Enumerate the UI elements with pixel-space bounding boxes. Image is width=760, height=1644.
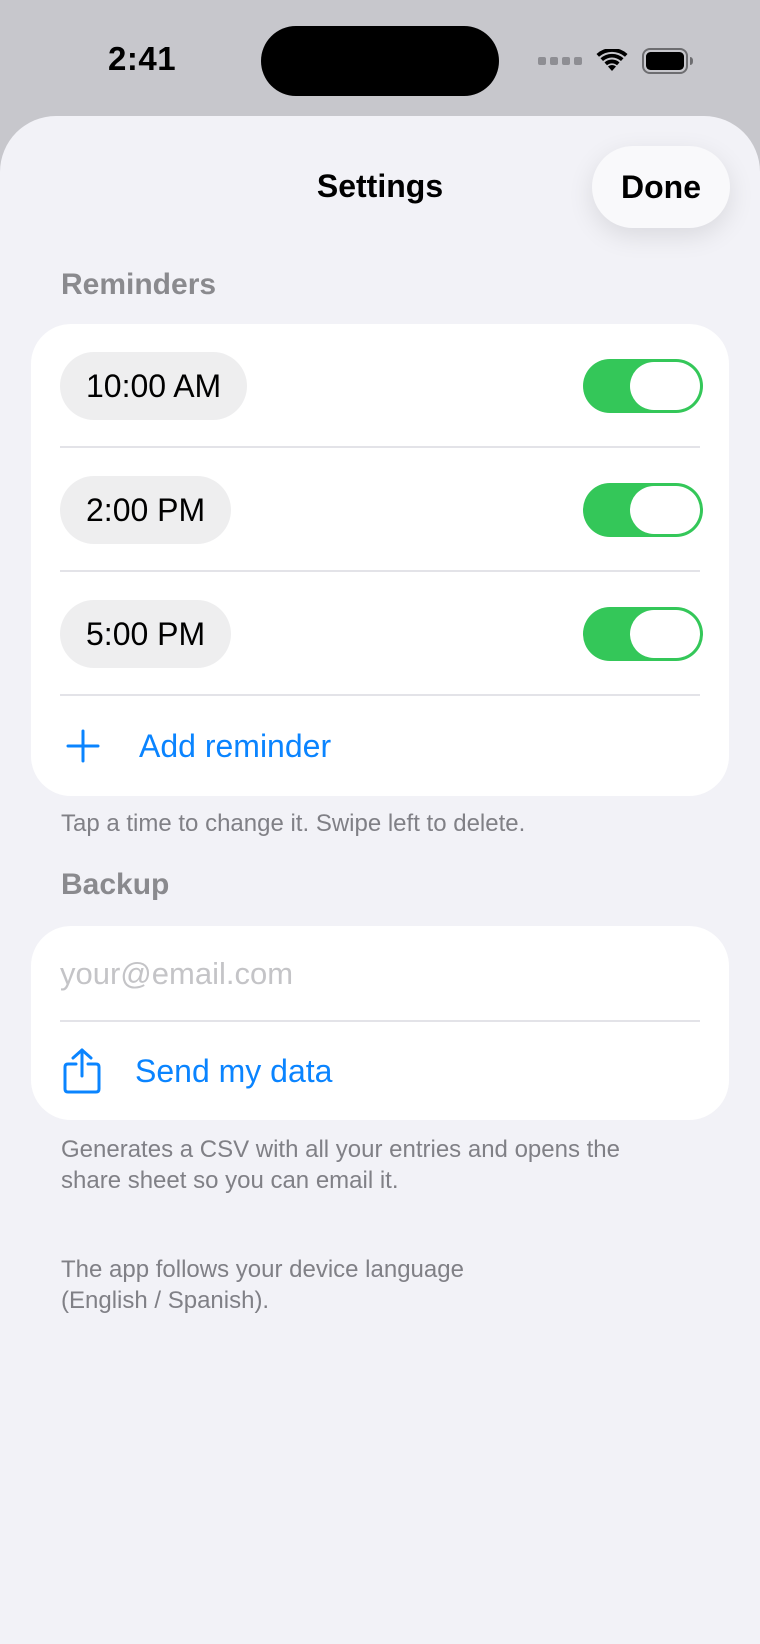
reminder-time-button[interactable]: 5:00 PM	[60, 600, 232, 668]
reminder-toggle[interactable]	[583, 359, 703, 413]
email-row	[31, 926, 729, 1022]
reminder-row: 2:00 PM	[31, 448, 729, 572]
section-header-reminders: Reminders	[61, 268, 217, 301]
language-note: The app follows your device language (En…	[61, 1256, 464, 1314]
add-reminder-label: Add reminder	[139, 727, 332, 764]
reminder-row: 10:00 AM	[31, 324, 729, 448]
email-input[interactable]	[60, 956, 680, 992]
status-bar: 2:41	[0, 0, 760, 118]
divider	[60, 1020, 700, 1022]
status-time: 2:41	[108, 40, 177, 77]
toggle-knob	[630, 610, 700, 658]
done-button[interactable]: Done	[592, 146, 730, 228]
send-data-button[interactable]: Send my data	[31, 1022, 729, 1120]
settings-sheet: Settings Done Reminders 10:00 AM 2:00 PM…	[0, 116, 760, 1644]
toggle-knob	[630, 486, 700, 534]
reminder-toggle[interactable]	[583, 483, 703, 537]
share-icon	[63, 1048, 101, 1094]
reminders-group: 10:00 AM 2:00 PM 5:00 PM Add reminder	[31, 324, 729, 796]
battery-icon	[642, 48, 693, 74]
reminder-row: 5:00 PM	[31, 572, 729, 696]
plus-icon	[66, 729, 100, 763]
wifi-icon	[596, 49, 628, 71]
reminder-time-button[interactable]: 2:00 PM	[60, 476, 232, 544]
add-reminder-button[interactable]: Add reminder	[31, 696, 729, 796]
nav-bar: Settings Done	[0, 116, 760, 256]
send-data-label: Send my data	[135, 1052, 333, 1089]
reminder-time-button[interactable]: 10:00 AM	[60, 352, 248, 420]
divider	[60, 694, 700, 696]
reminders-footer: Tap a time to change it. Swipe left to d…	[61, 810, 526, 837]
reminder-toggle[interactable]	[583, 607, 703, 661]
status-icons	[538, 46, 694, 76]
dynamic-island	[261, 26, 499, 96]
cellular-signal-icon	[538, 57, 582, 65]
backup-footer: Generates a CSV with all your entries an…	[61, 1136, 620, 1194]
section-header-backup: Backup	[61, 868, 170, 901]
toggle-knob	[630, 362, 700, 410]
backup-group: Send my data	[31, 926, 729, 1120]
